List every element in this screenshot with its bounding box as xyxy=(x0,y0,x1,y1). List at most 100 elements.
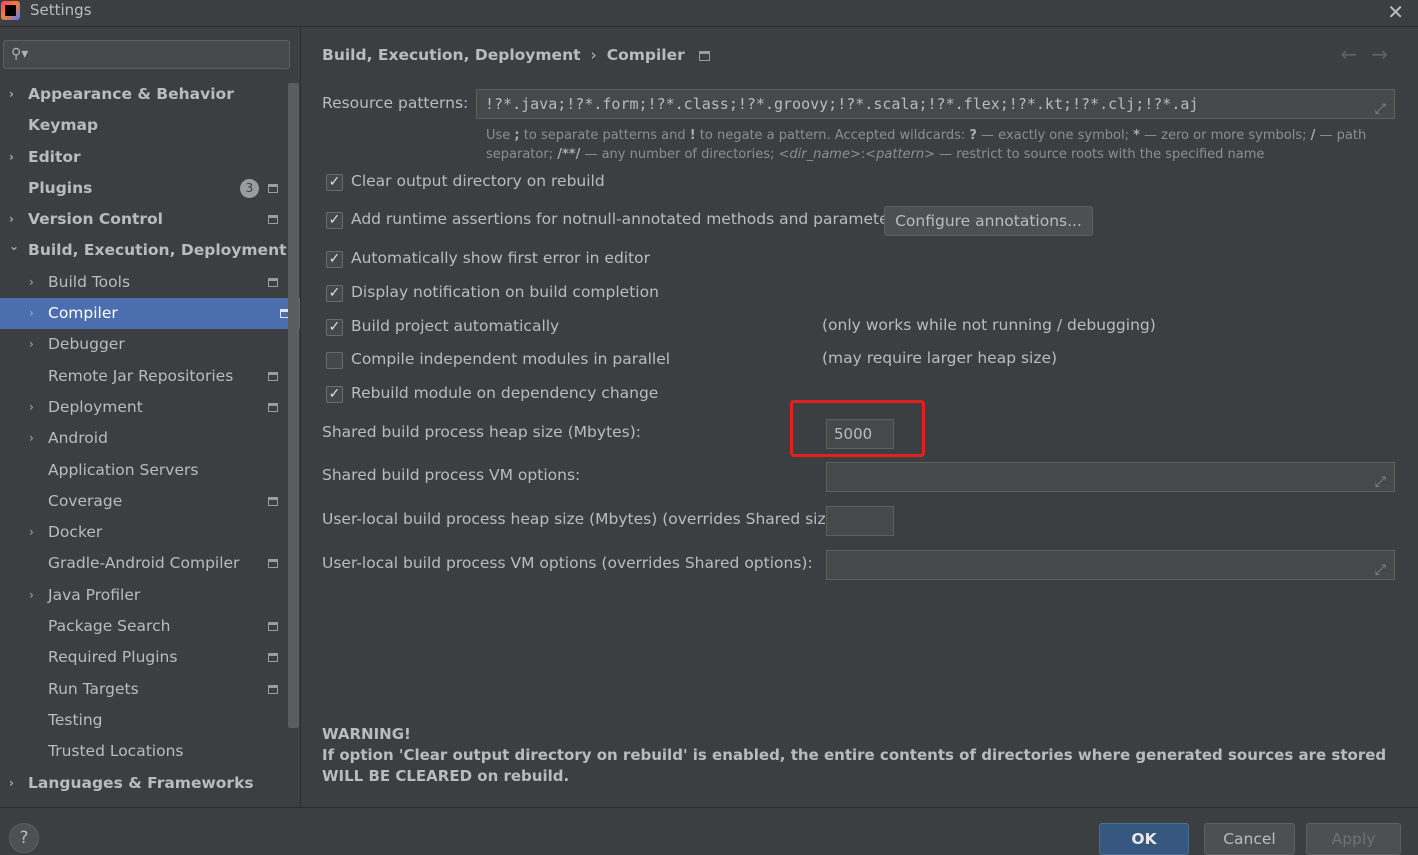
warning-title: WARNING! xyxy=(322,725,411,743)
expand-icon[interactable]: ⤢ xyxy=(1375,468,1386,491)
sidebar-item-languages-frameworks[interactable]: › Languages & Frameworks xyxy=(0,768,288,799)
option-label[interactable]: Compile independent modules in parallel xyxy=(351,350,670,368)
sidebar-item-version-control[interactable]: › Version Control xyxy=(0,204,288,235)
update-count-badge: 3 xyxy=(240,178,259,198)
resource-patterns-field[interactable]: !?*.java;!?*.form;!?*.class;!?*.groovy;!… xyxy=(476,89,1395,119)
chevron-right-icon[interactable]: › xyxy=(29,517,34,548)
warning-message: WARNING! If option 'Clear output directo… xyxy=(322,724,1402,787)
close-icon[interactable]: ✕ xyxy=(1387,0,1404,24)
sidebar-item-docker[interactable]: › Docker xyxy=(0,517,288,548)
sidebar-item-label: Coverage xyxy=(48,491,123,510)
resource-patterns-hint: Use ; to separate patterns and ! to nega… xyxy=(486,128,1367,162)
project-level-icon xyxy=(268,684,278,694)
option-label[interactable]: Add runtime assertions for notnull-annot… xyxy=(351,210,903,228)
sidebar-item-java-profiler[interactable]: › Java Profiler xyxy=(0,580,288,611)
chevron-right-icon[interactable]: › xyxy=(29,423,34,454)
expand-icon[interactable]: ⤢ xyxy=(1375,95,1386,118)
option-note: (may require larger heap size) xyxy=(822,349,1058,367)
breadcrumb-separator: › xyxy=(590,46,597,64)
project-level-icon xyxy=(698,50,710,61)
checkbox-checked[interactable]: ✓ xyxy=(326,251,343,268)
settings-sidebar: ⚲▾ › Appearance & Behavior Keymap › Editor Pl… xyxy=(0,28,301,807)
chevron-right-icon[interactable]: › xyxy=(29,298,34,329)
user-vm-options-field[interactable]: ⤢ xyxy=(826,550,1395,580)
apply-button[interactable]: Apply xyxy=(1306,823,1401,855)
sidebar-item-coverage[interactable]: Coverage xyxy=(0,486,288,517)
option-label[interactable]: Automatically show first error in editor xyxy=(351,249,650,267)
option-label[interactable]: Rebuild module on dependency change xyxy=(351,384,658,402)
project-level-icon xyxy=(268,183,278,193)
sidebar-item-label: Editor xyxy=(28,147,81,166)
option-label[interactable]: Build project automatically xyxy=(351,317,559,335)
sidebar-scrollbar[interactable] xyxy=(288,83,299,728)
user-heap-size-input[interactable] xyxy=(826,506,894,536)
sidebar-item-debugger[interactable]: › Debugger xyxy=(0,329,288,360)
checkbox-checked[interactable]: ✓ xyxy=(326,174,343,191)
user-heap-size-label: User-local build process heap size (Mbyt… xyxy=(322,510,847,528)
project-level-icon xyxy=(268,402,278,412)
cancel-button[interactable]: Cancel xyxy=(1204,823,1295,855)
settings-tree: › Appearance & Behavior Keymap › Editor Plugi… xyxy=(0,79,300,799)
sidebar-item-build-tools[interactable]: › Build Tools xyxy=(0,267,288,298)
chevron-right-icon[interactable]: › xyxy=(9,79,14,110)
sidebar-item-label: Build Tools xyxy=(48,272,131,291)
project-level-icon xyxy=(268,371,278,381)
help-button[interactable]: ? xyxy=(9,823,39,853)
sidebar-item-editor[interactable]: › Editor xyxy=(0,142,288,173)
project-level-icon xyxy=(268,559,278,569)
sidebar-item-gradle-android-compiler[interactable]: Gradle-Android Compiler xyxy=(0,548,288,579)
forward-arrow-icon[interactable]: → xyxy=(1371,42,1402,66)
checkbox-checked[interactable]: ✓ xyxy=(326,212,343,229)
ok-button[interactable]: OK xyxy=(1099,823,1189,855)
project-level-icon xyxy=(268,496,278,506)
chevron-right-icon[interactable]: › xyxy=(29,329,34,360)
user-vm-options-label: User-local build process VM options (ove… xyxy=(322,554,813,572)
sidebar-item-keymap[interactable]: Keymap xyxy=(0,110,288,141)
search-icon: ⚲▾ xyxy=(11,46,29,62)
intellij-app-icon xyxy=(1,1,20,20)
checkbox-checked[interactable]: ✓ xyxy=(326,319,343,336)
resource-patterns-label: Resource patterns: xyxy=(322,94,469,112)
sidebar-item-application-servers[interactable]: Application Servers xyxy=(0,455,288,486)
configure-annotations-button[interactable]: Configure annotations... xyxy=(884,206,1093,236)
chevron-down-icon[interactable]: ⌄ xyxy=(9,231,19,262)
sidebar-item-label: Debugger xyxy=(48,335,125,354)
sidebar-item-package-search[interactable]: Package Search xyxy=(0,611,288,642)
breadcrumb: Build, Execution, Deployment › Compiler xyxy=(322,46,710,64)
chevron-right-icon[interactable]: › xyxy=(29,580,34,611)
resource-patterns-value: !?*.java;!?*.form;!?*.class;!?*.groovy;!… xyxy=(485,95,1199,113)
sidebar-item-label: Required Plugins xyxy=(48,648,178,667)
sidebar-item-build-execution-deployment[interactable]: ⌄ Build, Execution, Deployment xyxy=(0,235,288,266)
chevron-right-icon[interactable]: › xyxy=(29,392,34,423)
chevron-right-icon[interactable]: › xyxy=(9,768,14,799)
breadcrumb-parent[interactable]: Build, Execution, Deployment xyxy=(322,46,581,64)
vm-options-field[interactable]: ⤢ xyxy=(826,462,1395,492)
checkbox-unchecked[interactable] xyxy=(326,352,343,369)
checkbox-checked[interactable]: ✓ xyxy=(326,386,343,403)
sidebar-item-testing[interactable]: Testing xyxy=(0,705,288,736)
sidebar-item-trusted-locations[interactable]: Trusted Locations xyxy=(0,736,288,767)
checkbox-checked[interactable]: ✓ xyxy=(326,285,343,302)
chevron-right-icon[interactable]: › xyxy=(9,142,14,173)
project-level-icon xyxy=(268,622,278,632)
sidebar-item-label: Languages & Frameworks xyxy=(28,773,254,792)
sidebar-item-label: Remote Jar Repositories xyxy=(48,366,234,385)
settings-search-input[interactable] xyxy=(34,44,284,65)
option-label[interactable]: Display notification on build completion xyxy=(351,283,659,301)
sidebar-item-appearance-behavior[interactable]: › Appearance & Behavior xyxy=(0,79,288,110)
sidebar-item-compiler[interactable]: › Compiler xyxy=(0,298,300,330)
back-arrow-icon[interactable]: ← xyxy=(1340,42,1371,66)
sidebar-item-label: Docker xyxy=(48,523,103,542)
sidebar-item-remote-jar-repositories[interactable]: Remote Jar Repositories xyxy=(0,361,288,392)
sidebar-item-android[interactable]: › Android xyxy=(0,423,288,454)
settings-search-box[interactable]: ⚲▾ xyxy=(3,40,290,69)
sidebar-item-label: Compiler xyxy=(48,304,118,323)
option-label[interactable]: Clear output directory on rebuild xyxy=(351,172,605,190)
sidebar-item-deployment[interactable]: › Deployment xyxy=(0,392,288,423)
sidebar-item-run-targets[interactable]: Run Targets xyxy=(0,674,288,705)
expand-icon[interactable]: ⤢ xyxy=(1375,556,1386,579)
chevron-right-icon[interactable]: › xyxy=(29,267,34,298)
project-level-icon xyxy=(268,277,278,287)
sidebar-item-plugins[interactable]: Plugins 3 xyxy=(0,173,288,204)
sidebar-item-required-plugins[interactable]: Required Plugins xyxy=(0,642,288,673)
